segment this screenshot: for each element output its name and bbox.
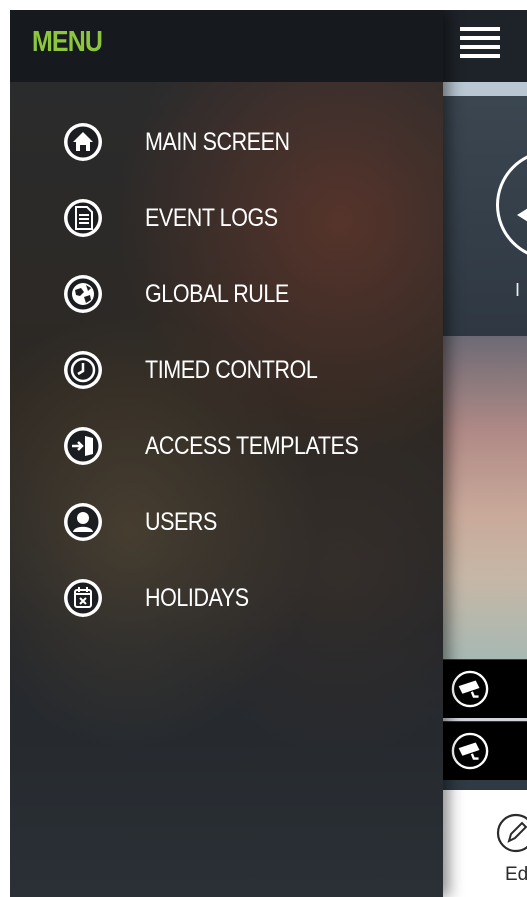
divider (443, 718, 527, 721)
camera-preview-image (443, 336, 527, 659)
menu-item-label: TIMED CONTROL (145, 356, 318, 384)
door-enter-icon (64, 427, 102, 465)
drawer-title: MENU (32, 26, 103, 58)
cctv-camera-icon (451, 670, 489, 708)
hamburger-menu-icon[interactable] (460, 27, 500, 63)
menu-item-label: HOLIDAYS (145, 584, 249, 612)
menu-item-label: MAIN SCREEN (145, 128, 290, 156)
app-bottom-bar: Edi (443, 790, 527, 897)
menu-item-label: EVENT LOGS (145, 204, 278, 232)
camera-row[interactable] (443, 722, 527, 780)
user-icon (64, 503, 102, 541)
edit-button-label[interactable]: Edi (505, 864, 527, 886)
menu-item-global-rule[interactable]: GLOBAL RULE (10, 258, 443, 334)
menu-item-event-logs[interactable]: EVENT LOGS (10, 182, 443, 258)
home-icon (64, 123, 102, 161)
menu-item-users[interactable]: USERS (10, 486, 443, 562)
menu-item-label: ACCESS TEMPLATES (145, 432, 359, 460)
document-icon (64, 199, 102, 237)
menu-item-timed-control[interactable]: TIMED CONTROL (10, 334, 443, 410)
menu-item-holidays[interactable]: HOLIDAYS (10, 562, 443, 638)
cctv-camera-icon (451, 732, 489, 770)
screen: I Edi MENU (10, 10, 527, 897)
drawer-header: MENU (10, 10, 443, 82)
menu-item-main-screen[interactable]: MAIN SCREEN (10, 106, 443, 182)
menu-list: MAIN SCREEN EVENT LOGS GLOBAL RULE TIMED… (10, 106, 443, 638)
menu-item-access-templates[interactable]: ACCESS TEMPLATES (10, 410, 443, 486)
calendar-x-icon (64, 579, 102, 617)
menu-item-label: GLOBAL RULE (145, 280, 289, 308)
camera-row[interactable] (443, 660, 527, 718)
globe-icon (64, 275, 102, 313)
hero-label: I (515, 280, 521, 300)
pencil-icon[interactable] (495, 812, 527, 854)
menu-item-label: USERS (145, 508, 217, 536)
app-subheader-strip (443, 82, 527, 96)
lock-control-button[interactable] (496, 150, 527, 260)
clock-icon (64, 351, 102, 389)
navigation-drawer: MENU MAIN SCREEN EVENT LOGS GLOBAL RULE … (10, 10, 443, 897)
